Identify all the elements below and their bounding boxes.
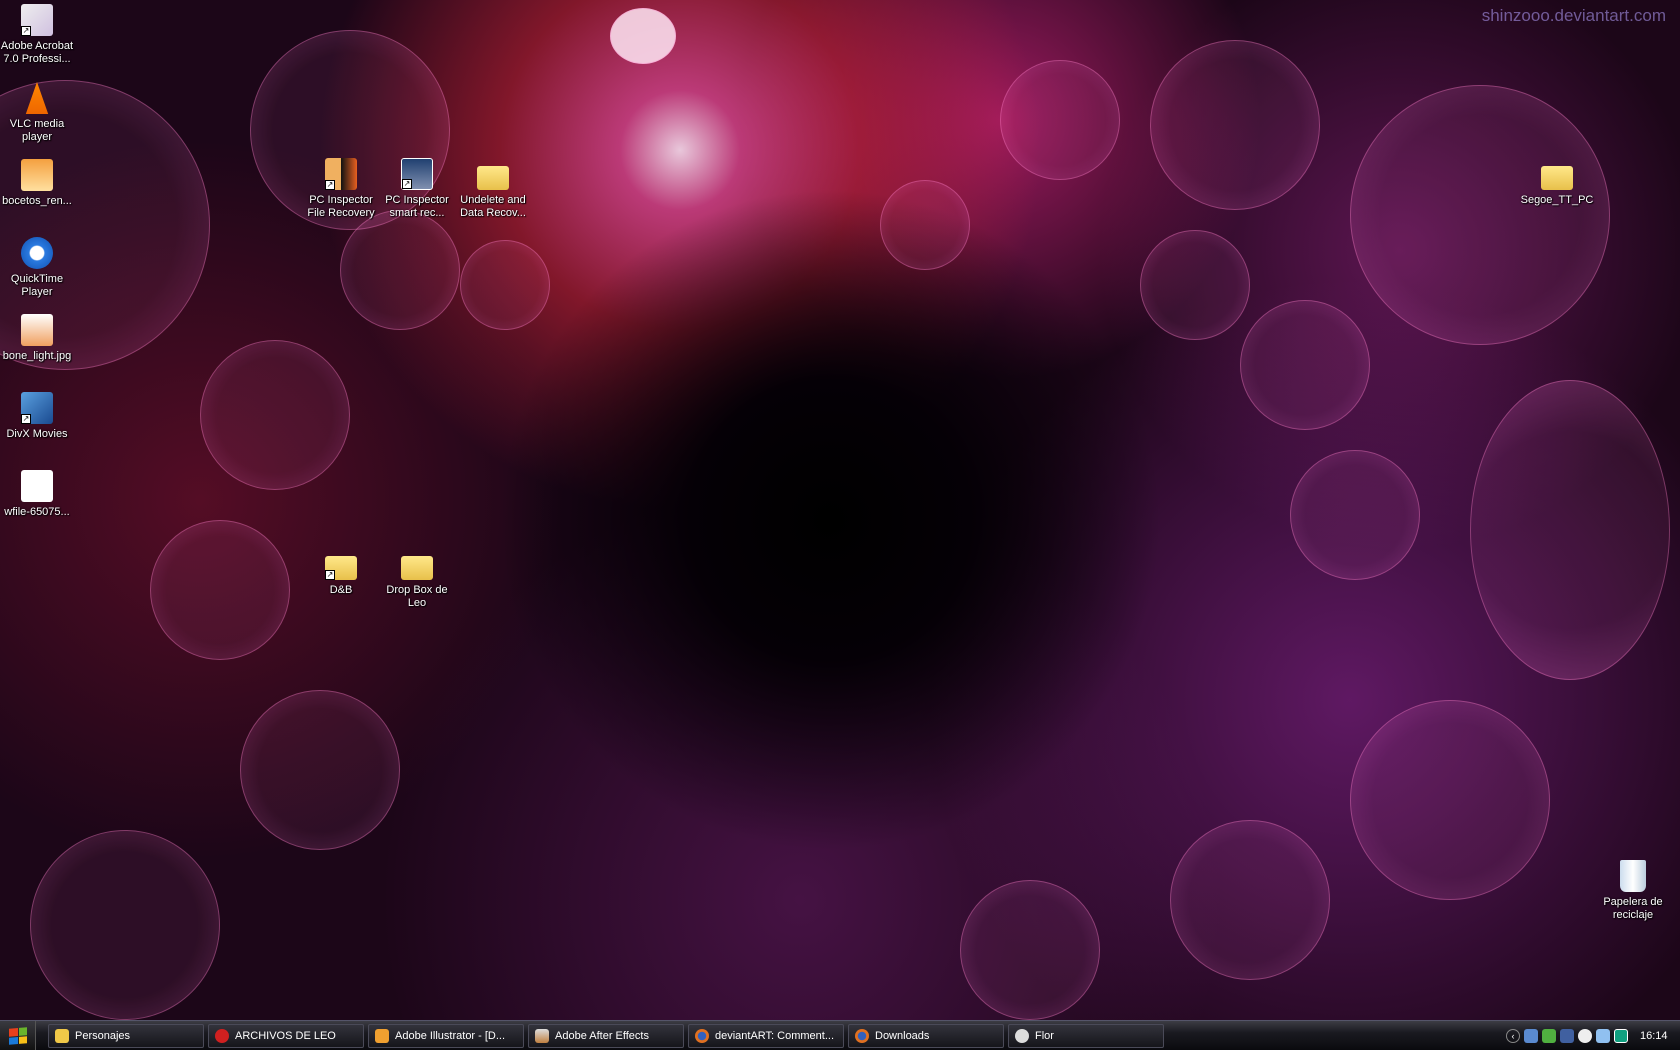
folder-icon — [1541, 166, 1573, 190]
firefox-icon — [855, 1029, 869, 1043]
folder-icon — [55, 1029, 69, 1043]
desktop-icon-divx[interactable]: ↗ DivX Movies — [0, 392, 75, 441]
taskbar-button-deviantart[interactable]: deviantART: Comment... — [688, 1024, 844, 1048]
desktop-icon-bone-light[interactable]: bone_light.jpg — [0, 314, 75, 363]
folder-icon: ↗ — [325, 556, 357, 580]
desktop-icon-pc-inspector-smart[interactable]: ↗ PC Inspector smart rec... — [379, 158, 455, 220]
notes-icon[interactable] — [1596, 1028, 1610, 1043]
taskbar-button-flor[interactable]: Flor — [1008, 1024, 1164, 1048]
smart-recovery-icon: ↗ — [401, 158, 433, 190]
shortcut-arrow-icon: ↗ — [325, 180, 335, 190]
after-effects-icon — [535, 1029, 549, 1043]
shortcut-arrow-icon: ↗ — [21, 26, 31, 36]
firefox-icon — [695, 1029, 709, 1043]
taskbar-button-archivos-de-leo[interactable]: ARCHIVOS DE LEO — [208, 1024, 364, 1048]
balloon-icon[interactable] — [1578, 1028, 1592, 1043]
desktop-icon-drop-box-de-leo[interactable]: Drop Box de Leo — [379, 548, 455, 610]
illustrator-icon — [375, 1029, 389, 1043]
divx-icon: ↗ — [21, 392, 53, 424]
windows-logo-icon — [8, 1026, 27, 1045]
taskbar-button-downloads[interactable]: Downloads — [848, 1024, 1004, 1048]
network-icon[interactable] — [1560, 1028, 1574, 1043]
recycle-bin-icon — [1620, 860, 1646, 892]
taskbar-button-personajes[interactable]: Personajes — [48, 1024, 204, 1048]
chat-bubble-icon — [1015, 1029, 1029, 1043]
taskbar: Personajes ARCHIVOS DE LEO Adobe Illustr… — [0, 1020, 1680, 1050]
quicktime-icon — [21, 237, 53, 269]
taskbar-button-after-effects[interactable]: Adobe After Effects — [528, 1024, 684, 1048]
acrobat-icon: ↗ — [21, 4, 53, 36]
illustrator-file-icon — [21, 159, 53, 191]
desktop-icon-d-and-b[interactable]: ↗ D&B — [303, 548, 379, 597]
expand-arrow-icon[interactable]: ‹ — [1506, 1028, 1520, 1043]
shortcut-arrow-icon: ↗ — [21, 414, 31, 424]
shortcut-arrow-icon: ↗ — [325, 570, 335, 580]
no-entry-icon — [215, 1029, 229, 1043]
shared-folder-icon — [401, 556, 433, 580]
desktop-icon-pc-inspector-file-recovery[interactable]: ↗ PC Inspector File Recovery — [303, 158, 379, 220]
image-file-icon — [21, 314, 53, 346]
taskbar-button-illustrator[interactable]: Adobe Illustrator - [D... — [368, 1024, 524, 1048]
messenger-icon[interactable] — [1524, 1028, 1538, 1043]
desktop-icon-bocetos[interactable]: bocetos_ren... — [0, 159, 75, 208]
desktop-icon-segoe-tt-pc[interactable]: Segoe_TT_PC — [1519, 158, 1595, 207]
clock[interactable]: 16:14 — [1640, 1030, 1668, 1042]
desktop-icon-undelete[interactable]: Undelete and Data Recov... — [455, 158, 531, 220]
desktop-icon-adobe-acrobat[interactable]: ↗ Adobe Acrobat 7.0 Professi... — [0, 4, 75, 66]
sync-icon[interactable] — [1614, 1028, 1628, 1043]
desktop-icon-wfile[interactable]: wfile-65075... — [0, 470, 75, 519]
desktop-icon-vlc[interactable]: VLC media player — [0, 82, 75, 144]
desktop-icon-quicktime[interactable]: QuickTime Player — [0, 237, 75, 299]
file-recovery-icon: ↗ — [325, 158, 357, 190]
msn-icon[interactable] — [1542, 1028, 1556, 1043]
system-tray: ‹ 16:14 — [1500, 1021, 1680, 1050]
shortcut-arrow-icon: ↗ — [402, 179, 412, 189]
folder-icon — [477, 166, 509, 190]
start-button[interactable] — [0, 1021, 36, 1050]
vlc-cone-icon — [25, 82, 49, 114]
desktop-icon-recycle-bin[interactable]: Papelera de reciclaje — [1595, 860, 1671, 922]
vlc-file-icon — [21, 470, 53, 502]
watermark: shinzooo.deviantart.com — [1481, 6, 1666, 25]
